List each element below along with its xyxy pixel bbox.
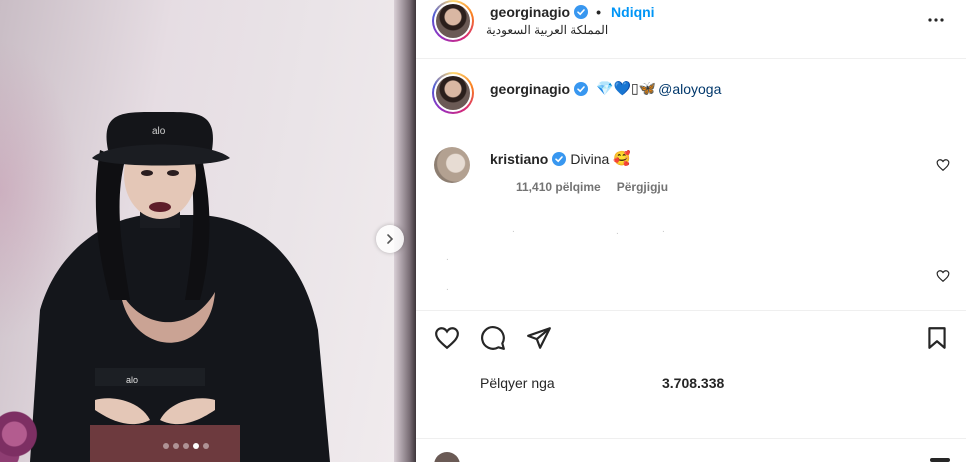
post-header: georginagio • Ndiqni (490, 4, 655, 20)
comment-text: Divina (570, 150, 610, 167)
reply-button[interactable]: Përgjigju (617, 180, 668, 194)
separator-dot: • (596, 4, 602, 20)
current-user-avatar (434, 452, 460, 462)
post-location[interactable]: المملكة العربية السعودية (486, 23, 608, 37)
divider (416, 310, 966, 311)
loading-placeholder: . (512, 224, 515, 235)
heart-icon[interactable] (936, 269, 950, 283)
svg-text:alo: alo (126, 375, 138, 385)
svg-text:alo: alo (152, 126, 166, 137)
carousel-dot (163, 443, 169, 449)
verified-badge-icon (574, 81, 589, 96)
flower-decoration (0, 392, 48, 462)
ellipsis-icon[interactable] (926, 10, 946, 30)
loading-placeholder: . (662, 224, 665, 235)
comment-likes[interactable]: 11,410 pëlqime (516, 180, 601, 194)
follow-button[interactable]: Ndiqni (611, 4, 655, 20)
chevron-right-icon (387, 234, 394, 244)
carousel-dot (183, 443, 189, 449)
heart-icon[interactable] (936, 158, 950, 172)
carousel-dot (203, 443, 209, 449)
bookmark-icon[interactable] (924, 325, 950, 351)
post-media: alo alo (0, 0, 416, 462)
heart-icon[interactable] (434, 325, 460, 351)
post-comment-button[interactable] (930, 458, 950, 462)
caption-mention[interactable]: @aloyoga (658, 81, 721, 97)
loading-placeholder: . (446, 282, 449, 293)
verified-badge-icon (574, 5, 589, 19)
comment: kristiano Divina 🥰 (490, 150, 631, 167)
loading-placeholder: . (616, 226, 619, 237)
carousel-indicator (163, 443, 209, 449)
caption-username[interactable]: georginagio (490, 81, 570, 97)
author-avatar[interactable] (432, 0, 474, 42)
liked-by-label[interactable]: Pëlqyer nga (480, 375, 555, 391)
post-details-panel: georginagio • Ndiqni المملكة العربية الس… (416, 0, 966, 462)
loading-placeholder: . (446, 252, 449, 263)
next-slide-button[interactable] (376, 225, 404, 253)
comment-meta: 11,410 pëlqime Përgjigju (516, 180, 668, 194)
verified-badge-icon (552, 151, 567, 166)
likes-count[interactable]: 3.708.338 (662, 375, 724, 391)
author-username[interactable]: georginagio (490, 4, 570, 20)
commenter-avatar[interactable] (434, 147, 470, 183)
send-icon[interactable] (526, 325, 552, 351)
post-photo: alo alo (30, 111, 330, 462)
caption-avatar[interactable] (432, 72, 474, 114)
post-actions (434, 325, 552, 351)
divider (416, 438, 966, 439)
comment-username[interactable]: kristiano (490, 151, 548, 167)
carousel-dot-active (193, 443, 199, 449)
caption: georginagio 💎💙▯🦋 @aloyoga (490, 80, 721, 97)
comment-emoji: 🥰 (613, 150, 631, 166)
carousel-dot (173, 443, 179, 449)
caption-emojis: 💎💙▯🦋 (596, 80, 657, 96)
comment-icon[interactable] (480, 325, 506, 351)
divider (416, 58, 966, 59)
caption-text: 💎💙▯🦋 @aloyoga (596, 80, 721, 97)
